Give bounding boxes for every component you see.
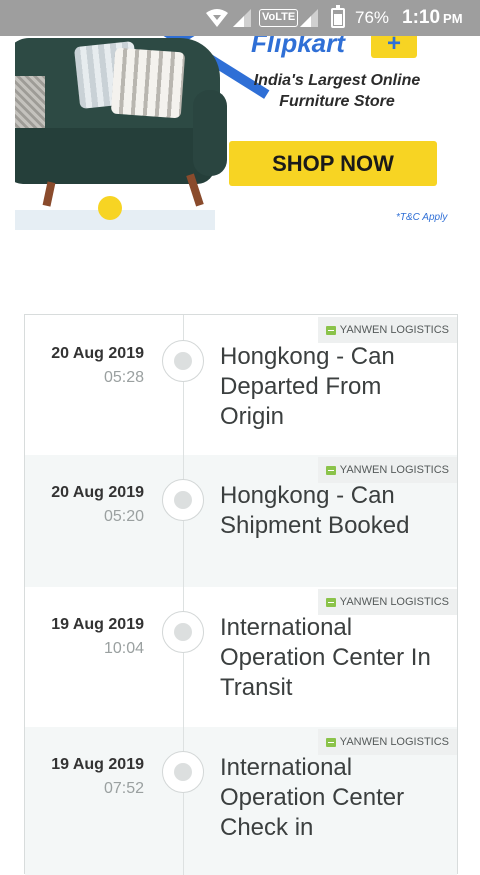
event-time: 07:52 xyxy=(103,780,144,797)
carrier-badge: YANWEN LOGISTICS xyxy=(317,457,457,483)
wifi-icon xyxy=(205,0,231,36)
battery-icon xyxy=(331,5,345,28)
sofa-seat xyxy=(15,128,215,184)
tracking-event: YANWEN LOGISTICS 20 Aug 2019 05:28 Hongk… xyxy=(25,315,457,455)
tracking-event: YANWEN LOGISTICS 20 Aug 2019 05:20 Hongk… xyxy=(25,455,457,587)
tracking-event: YANWEN LOGISTICS 19 Aug 2019 07:52 Inter… xyxy=(25,727,457,875)
event-status: International Operation Center In Transi… xyxy=(220,614,431,701)
carrier-logo-icon xyxy=(325,597,336,607)
event-date: 19 Aug 2019 xyxy=(51,616,144,633)
timeline-node xyxy=(162,340,204,382)
battery-percentage: 76% xyxy=(355,8,390,27)
signal-strength-icon xyxy=(299,0,321,36)
event-date: 20 Aug 2019 xyxy=(51,484,144,501)
timeline-node xyxy=(162,611,204,653)
carrier-name: YANWEN LOGISTICS xyxy=(339,736,449,748)
ad-disclaimer: *T&C Apply xyxy=(396,212,448,223)
ad-brand-logo: Flipkart xyxy=(251,36,345,58)
clock: 1:10 PM xyxy=(402,0,463,36)
carrier-badge: YANWEN LOGISTICS xyxy=(317,589,457,615)
ad-brand-plus-icon: + xyxy=(371,36,417,58)
ad-banner[interactable]: Flipkart + India's Largest Online Furnit… xyxy=(15,36,459,230)
clock-ampm: PM xyxy=(443,10,463,26)
timeline-node xyxy=(162,751,204,793)
tracking-event: YANWEN LOGISTICS 19 Aug 2019 10:04 Inter… xyxy=(25,587,457,727)
event-time: 05:20 xyxy=(103,508,144,525)
clock-time: 1:10 xyxy=(402,7,441,28)
volte-badge: VoLTE xyxy=(259,9,299,27)
event-date: 19 Aug 2019 xyxy=(51,756,144,773)
event-status: International Operation Center Check in xyxy=(220,754,405,841)
ad-decor-dot xyxy=(98,196,122,220)
shop-now-button[interactable]: SHOP NOW xyxy=(229,141,437,186)
carrier-logo-icon xyxy=(325,737,336,747)
timeline-node xyxy=(162,479,204,521)
pillow xyxy=(110,47,186,119)
carrier-name: YANWEN LOGISTICS xyxy=(339,324,449,336)
event-status: Hongkong - Can Shipment Booked xyxy=(220,482,410,539)
event-time: 05:28 xyxy=(103,369,144,386)
event-date: 20 Aug 2019 xyxy=(51,345,144,362)
carrier-badge: YANWEN LOGISTICS xyxy=(317,317,457,343)
carrier-logo-icon xyxy=(325,465,336,475)
carrier-logo-icon xyxy=(325,325,336,335)
event-time: 10:04 xyxy=(103,640,144,657)
carrier-badge: YANWEN LOGISTICS xyxy=(317,729,457,755)
signal-strength-icon xyxy=(232,0,254,36)
sofa-leg xyxy=(42,181,56,207)
status-bar: VoLTE 76% 1:10 PM xyxy=(0,0,480,36)
tracking-timeline: YANWEN LOGISTICS 20 Aug 2019 05:28 Hongk… xyxy=(24,314,458,875)
sofa-arm xyxy=(193,90,227,176)
ad-tagline: India's Largest Online Furniture Store xyxy=(253,72,421,110)
carrier-name: YANWEN LOGISTICS xyxy=(339,464,449,476)
carrier-name: YANWEN LOGISTICS xyxy=(339,596,449,608)
event-status: Hongkong - Can Departed From Origin xyxy=(220,343,395,430)
